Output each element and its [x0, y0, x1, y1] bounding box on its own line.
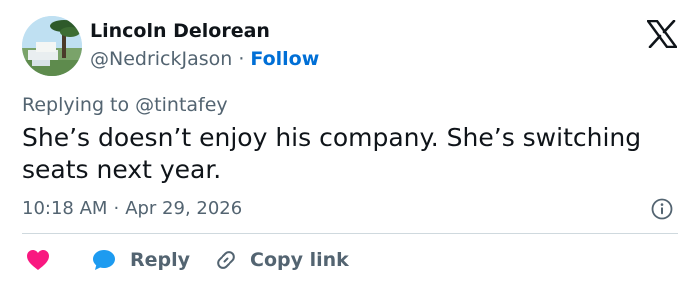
speech-bubble-icon: [93, 250, 115, 270]
info-icon[interactable]: [651, 198, 673, 220]
reply-label: Reply: [130, 249, 191, 271]
meta-separator: ·: [113, 198, 120, 219]
x-logo-icon[interactable]: [647, 20, 677, 48]
tweet-text: She’s doesn’t enjoy his company. She’s s…: [22, 123, 642, 184]
follow-link[interactable]: Follow: [250, 48, 319, 70]
tweet-timestamp[interactable]: 10:18 AM · Apr 29, 2026: [22, 198, 242, 219]
copy-link-button[interactable]: Copy link: [214, 246, 349, 274]
link-icon: [217, 251, 235, 269]
like-button[interactable]: [26, 246, 50, 274]
tweet-date: Apr 29, 2026: [125, 198, 243, 219]
heart-icon: [27, 250, 49, 270]
avatar-image: [22, 16, 82, 76]
reply-context-handle[interactable]: @tintafey: [135, 94, 228, 116]
reply-context-prefix: Replying to: [22, 94, 130, 116]
author-name[interactable]: Lincoln Delorean: [90, 20, 270, 42]
author-handle[interactable]: @NedrickJason: [90, 48, 232, 70]
reply-context: Replying to @tintafey: [22, 94, 228, 116]
copy-link-label: Copy link: [250, 249, 349, 271]
separator-dot: ·: [238, 48, 245, 70]
reply-button[interactable]: Reply: [92, 246, 190, 274]
author-handle-line: @NedrickJason · Follow: [90, 48, 319, 70]
tweet-time: 10:18 AM: [22, 198, 108, 219]
avatar[interactable]: [22, 16, 82, 76]
divider: [22, 233, 678, 234]
